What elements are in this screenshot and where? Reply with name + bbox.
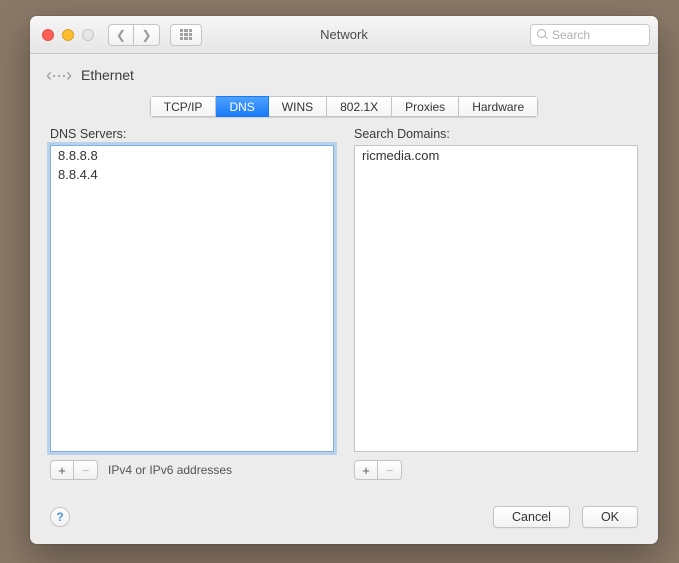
forward-button[interactable]: ❯ (134, 24, 160, 46)
chevron-right-icon: ❯ (141, 28, 151, 42)
titlebar: ❮ ❯ Network Search (30, 16, 658, 54)
traffic-lights (42, 29, 94, 41)
tab-proxies[interactable]: Proxies (392, 96, 459, 117)
list-item[interactable]: 8.8.4.4 (51, 165, 333, 184)
nav-buttons: ❮ ❯ (108, 24, 160, 46)
dns-servers-list[interactable]: 8.8.8.8 8.8.4.4 (50, 145, 334, 452)
close-window-button[interactable] (42, 29, 54, 41)
zoom-window-button[interactable] (82, 29, 94, 41)
ethernet-icon: ‹···› (46, 65, 71, 86)
dns-servers-actions: + − IPv4 or IPv6 addresses (50, 458, 334, 482)
search-domains-label: Search Domains: (354, 127, 638, 141)
tab-bar: TCP/IP DNS WINS 802.1X Proxies Hardware (30, 96, 658, 127)
back-button[interactable]: ❮ (108, 24, 134, 46)
footer: ? Cancel OK (30, 496, 658, 544)
help-icon: ? (56, 510, 63, 524)
search-input[interactable]: Search (530, 24, 650, 46)
chevron-left-icon: ❮ (116, 28, 126, 42)
dns-servers-column: DNS Servers: 8.8.8.8 8.8.4.4 + − IPv4 or… (50, 127, 334, 482)
tab-dns[interactable]: DNS (216, 96, 268, 117)
domain-add-button[interactable]: + (354, 460, 378, 480)
help-button[interactable]: ? (50, 507, 70, 527)
breadcrumb: ‹···› Ethernet (30, 54, 658, 96)
cancel-button[interactable]: Cancel (493, 506, 570, 528)
grid-icon (180, 29, 192, 41)
list-item[interactable]: ricmedia.com (355, 146, 637, 165)
search-placeholder: Search (552, 28, 590, 42)
dns-hint: IPv4 or IPv6 addresses (108, 463, 232, 477)
main-content: DNS Servers: 8.8.8.8 8.8.4.4 + − IPv4 or… (30, 127, 658, 496)
network-prefs-window: ❮ ❯ Network Search ‹···› Ethernet TCP/IP… (30, 16, 658, 544)
show-all-button[interactable] (170, 24, 202, 46)
list-item[interactable]: 8.8.8.8 (51, 146, 333, 165)
dns-remove-button[interactable]: − (74, 460, 98, 480)
tabs-segmented: TCP/IP DNS WINS 802.1X Proxies Hardware (150, 96, 538, 117)
search-domains-actions: + − (354, 458, 638, 482)
tab-8021x[interactable]: 802.1X (327, 96, 392, 117)
search-domains-column: Search Domains: ricmedia.com + − (354, 127, 638, 482)
tab-hardware[interactable]: Hardware (459, 96, 538, 117)
tab-tcpip[interactable]: TCP/IP (150, 96, 217, 117)
ok-button[interactable]: OK (582, 506, 638, 528)
dns-add-button[interactable]: + (50, 460, 74, 480)
search-domains-list[interactable]: ricmedia.com (354, 145, 638, 452)
tab-wins[interactable]: WINS (269, 96, 327, 117)
interface-name: Ethernet (81, 67, 134, 83)
domain-remove-button[interactable]: − (378, 460, 402, 480)
search-icon (537, 29, 548, 40)
minimize-window-button[interactable] (62, 29, 74, 41)
dns-servers-label: DNS Servers: (50, 127, 334, 141)
